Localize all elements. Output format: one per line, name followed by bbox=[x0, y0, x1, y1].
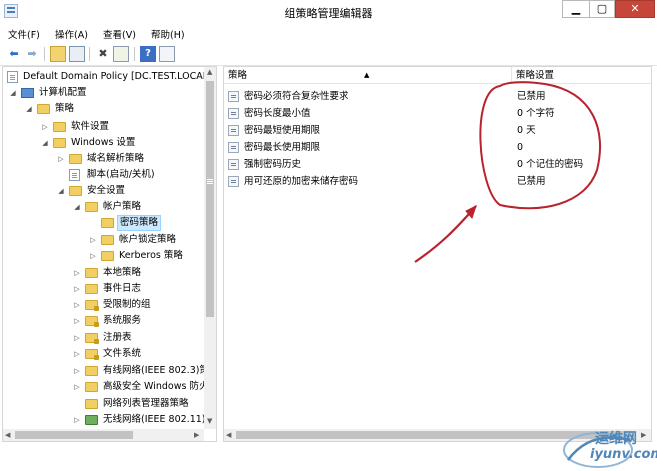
highlight-circle bbox=[479, 81, 601, 210]
watermark-url: iyunv.com bbox=[590, 447, 657, 462]
watermark-text: 运维网 bbox=[595, 431, 637, 447]
annotation-overlay bbox=[414, 81, 601, 263]
annotation-arrow bbox=[414, 205, 477, 263]
